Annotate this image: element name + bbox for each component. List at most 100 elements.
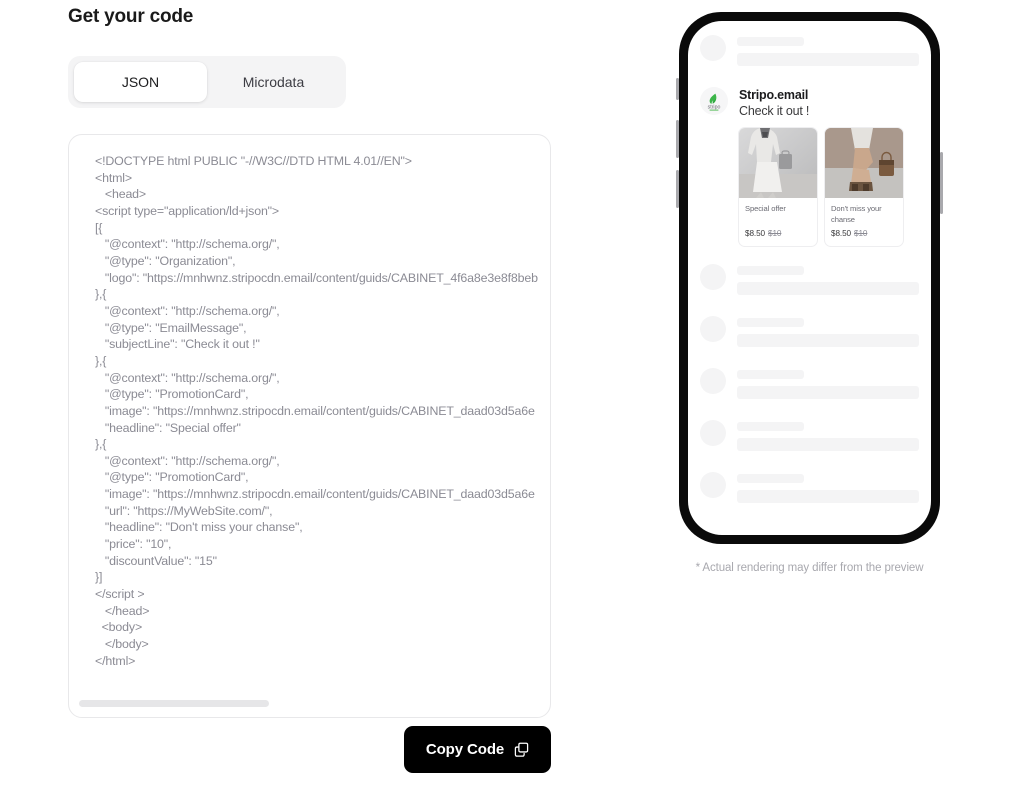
email-entry[interactable]: stripo Stripo.email Check it out ! Speci… — [700, 87, 919, 246]
skeleton-lines — [737, 35, 919, 66]
skeleton-avatar — [700, 368, 726, 394]
code-line: "logo": "https://mnhwnz.stripocdn.email/… — [95, 270, 538, 285]
phone-power-button — [940, 152, 943, 214]
skeleton-lines — [737, 264, 919, 295]
code-line: "@type": "EmailMessage", — [95, 320, 247, 335]
scrollbar-thumb[interactable] — [79, 700, 269, 707]
code-line: <script type="application/ld+json"> — [95, 203, 280, 218]
code-line: "@type": "Organization", — [95, 253, 236, 268]
code-line: </body> — [95, 637, 149, 652]
email-preview: stripo Stripo.email Check it out ! Speci… — [676, 12, 944, 574]
skeleton-avatar — [700, 316, 726, 342]
email-sender: Stripo.email — [739, 88, 809, 102]
skeleton-bar — [737, 334, 919, 347]
email-text: Stripo.email Check it out ! — [739, 87, 919, 120]
skeleton-lines — [737, 420, 919, 451]
code-line: "image": "https://mnhwnz.stripocdn.email… — [95, 403, 535, 418]
code-line: "discountValue": "15" — [95, 553, 217, 568]
code-horizontal-scrollbar[interactable] — [79, 700, 540, 707]
preview-disclaimer: * Actual rendering may differ from the p… — [695, 562, 924, 574]
skeleton-avatar — [700, 35, 726, 61]
code-line: "@context": "http://schema.org/", — [95, 237, 280, 252]
copy-code-label: Copy Code — [425, 741, 505, 758]
code-line: }] — [95, 570, 103, 585]
promotion-card-old-price: $10 — [768, 229, 782, 238]
code-line: "subjectLine": "Check it out !" — [95, 337, 260, 352]
promotion-card[interactable]: Special offer $8.50 $10 — [739, 128, 817, 246]
skeleton-avatar — [700, 420, 726, 446]
code-line: "@type": "PromotionCard", — [95, 470, 249, 485]
skeleton-avatar — [700, 472, 726, 498]
skeleton-bar — [737, 282, 919, 295]
code-line: <body> — [95, 620, 143, 635]
code-line: "@type": "PromotionCard", — [95, 387, 249, 402]
code-line: "@context": "http://schema.org/", — [95, 370, 280, 385]
skeleton-lines — [737, 368, 919, 399]
code-line: "image": "https://mnhwnz.stripocdn.email… — [95, 487, 535, 502]
skeleton-bar — [737, 37, 804, 46]
email-header-row: stripo Stripo.email Check it out ! — [700, 87, 919, 120]
skeleton-list — [700, 264, 919, 503]
code-line: <html> — [95, 170, 132, 185]
skeleton-row — [700, 264, 919, 295]
promotion-card-title: Special offer — [745, 204, 786, 213]
code-line: },{ — [95, 437, 107, 452]
skeleton-lines — [737, 316, 919, 347]
phone-volume-down-button — [676, 170, 679, 208]
code-viewport[interactable]: <!DOCTYPE html PUBLIC "-//W3C//DTD HTML … — [69, 135, 550, 687]
phone-screen: stripo Stripo.email Check it out ! Speci… — [688, 21, 931, 535]
code-section: Get your code JSON Microdata <!DOCTYPE h… — [68, 0, 568, 718]
promotion-card-price-row: $8.50 $10 — [745, 229, 811, 238]
tab-microdata[interactable]: Microdata — [207, 62, 340, 102]
email-subject: Check it out ! — [739, 104, 810, 118]
copy-code-button[interactable]: Copy Code — [404, 726, 551, 773]
promotion-card-image — [739, 128, 817, 198]
get-code-page: Get your code JSON Microdata <!DOCTYPE h… — [0, 0, 1027, 795]
code-line: "headline": "Special offer" — [95, 420, 241, 435]
skeleton-bar — [737, 370, 804, 379]
skeleton-bar — [737, 422, 804, 431]
code-line: },{ — [95, 287, 107, 302]
copy-icon — [514, 742, 529, 757]
code-line: },{ — [95, 353, 107, 368]
phone-frame: stripo Stripo.email Check it out ! Speci… — [676, 12, 943, 544]
code-line: <head> — [95, 187, 147, 202]
promotion-card-image — [825, 128, 903, 198]
skeleton-row — [700, 35, 919, 66]
promotion-cards: Special offer $8.50 $10 Don't miss your … — [739, 128, 919, 246]
skeleton-bar — [737, 318, 804, 327]
skeleton-bar — [737, 53, 919, 66]
code-panel[interactable]: <!DOCTYPE html PUBLIC "-//W3C//DTD HTML … — [68, 134, 551, 718]
skeleton-bar — [737, 438, 919, 451]
phone-silent-switch — [676, 78, 679, 100]
promotion-card-price: $8.50 — [831, 229, 851, 238]
skeleton-bar — [737, 474, 804, 483]
promotion-card-price-row: $8.50 $10 — [831, 229, 897, 238]
skeleton-lines — [737, 472, 919, 503]
promotion-card-info: Special offer $8.50 $10 — [739, 198, 817, 246]
promotion-card-title: Don't miss your chanse — [831, 204, 882, 224]
code-line: "price": "10", — [95, 537, 172, 552]
tab-json[interactable]: JSON — [74, 62, 207, 102]
promotion-card-info: Don't miss your chanse $8.50 $10 — [825, 198, 903, 246]
skeleton-row — [700, 316, 919, 347]
promotion-card[interactable]: Don't miss your chanse $8.50 $10 — [825, 128, 903, 246]
code-line: </script > — [95, 587, 145, 602]
code-line: </head> — [95, 603, 150, 618]
skeleton-row — [700, 368, 919, 399]
promotion-card-old-price: $10 — [854, 229, 868, 238]
code-line: </html> — [95, 653, 136, 668]
skeleton-bar — [737, 266, 804, 275]
code-line: <!DOCTYPE html PUBLIC "-//W3C//DTD HTML … — [95, 154, 412, 168]
stripo-logo-icon: stripo — [700, 87, 728, 115]
code-line: "headline": "Don't miss your chanse", — [95, 520, 303, 535]
skeleton-avatar — [700, 264, 726, 290]
promotion-card-price: $8.50 — [745, 229, 765, 238]
code-line: "@context": "http://schema.org/", — [95, 303, 280, 318]
code-line: "url": "https://MyWebSite.com/", — [95, 503, 273, 518]
page-title: Get your code — [68, 6, 194, 27]
format-tabs: JSON Microdata — [68, 56, 346, 108]
code-line: [{ — [95, 220, 103, 235]
skeleton-bar — [737, 490, 919, 503]
skeleton-row — [700, 472, 919, 503]
